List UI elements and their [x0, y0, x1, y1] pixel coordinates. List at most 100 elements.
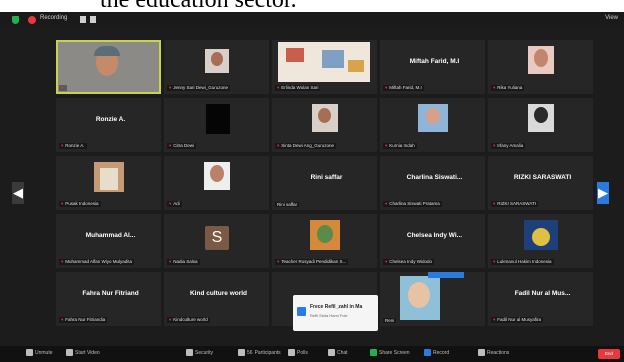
participant-label: ▾ Pusak Indonesia	[59, 201, 101, 207]
participant-label: ▾ Kurnia Indah	[383, 143, 417, 149]
mic-muted-icon: ▾	[277, 259, 280, 264]
page-heading-text: the education sector.	[100, 0, 297, 12]
notification-subtitle: Refil Sinta Hami Fole	[310, 313, 348, 318]
participant-face	[426, 108, 440, 124]
video-tile[interactable]: Charlina Siswati... ▾ Charlina Siswati Pr…	[380, 156, 485, 210]
participant-name: Fadil Nur al Mus...	[514, 290, 571, 297]
previous-page-button[interactable]: ◀	[12, 182, 24, 204]
share-screen-button[interactable]: Share Screen	[370, 349, 410, 356]
participant-face	[211, 52, 223, 66]
video-tile[interactable]: ▾ Citra Dewi	[164, 98, 269, 152]
security-button[interactable]: Security	[186, 349, 213, 356]
mic-muted-icon: ▾	[169, 317, 172, 322]
mic-muted-icon: ▾	[277, 85, 280, 90]
participant-face	[318, 108, 331, 123]
security-label: Security	[195, 349, 214, 356]
video-tile[interactable]: ▾ Irfany Amalia	[488, 98, 593, 152]
participants-button[interactable]: 56 Participants	[238, 349, 281, 356]
meeting-window: Recording View ▾ ▾ Jenny Sari Dewi_Guruzo…	[0, 12, 624, 362]
start-video-label: Start Video	[75, 349, 100, 356]
participant-name: Fahra Nur Fitriand	[82, 290, 139, 297]
participant-name: Ronzie A.	[95, 116, 126, 123]
video-tile[interactable]: Muhammad Al... ▾ Muhammad Alfan Wiyo Muly…	[56, 214, 161, 268]
participant-name: Miftah Farid, M.I	[409, 58, 460, 65]
share-screen-label: Share Screen	[379, 349, 410, 356]
polls-button[interactable]: Polls	[288, 349, 308, 356]
chat-button[interactable]: Chat	[328, 349, 348, 356]
video-tile[interactable]: Rini saffar Rini saffar	[272, 156, 377, 210]
participant-label: ▾ Muhammad Alfan Wiyo Mulyadita	[59, 259, 135, 265]
mic-muted-icon: ▾	[61, 201, 64, 206]
video-tile[interactable]: ▾ Kurnia Indah	[380, 98, 485, 152]
video-tile[interactable]: Miftah Farid, M.I ▾ Miftah Farid, M.I	[380, 40, 485, 94]
photo-detail	[348, 60, 364, 72]
participant-face	[534, 49, 548, 67]
unmute-label: Unmute	[35, 349, 53, 356]
participant-label: ▾ RIZKI SARASWATI	[491, 201, 539, 207]
next-page-button[interactable]: ▶	[597, 182, 609, 204]
participant-label: ▾ Ronzie A.	[59, 143, 87, 149]
page-heading: the education sector.	[0, 0, 624, 12]
participant-label: ▾ Miftah Farid, M.I	[383, 85, 424, 91]
video-tile[interactable]: Fahra Nur Fitriand ▾ Fahra Nur Fitriandia	[56, 272, 161, 326]
participant-label: ▾ Erlinda Wulan Sari	[275, 85, 321, 91]
mic-muted-icon: ▾	[385, 143, 388, 148]
polls-icon	[288, 349, 295, 356]
participant-label: ▾ Irfany Amalia	[491, 143, 526, 149]
record-label: Record	[433, 349, 450, 356]
video-tile[interactable]: ▾ Jenny Sari Dewi_Guruzone	[164, 40, 269, 94]
record-button[interactable]: Record	[424, 349, 449, 356]
participant-label: ▾ Jenny Sari Dewi_Guruzone	[167, 85, 231, 91]
participant-name: Rini saffar	[310, 174, 343, 181]
participant-label: ▾ Kindculture world	[167, 317, 210, 323]
video-tile[interactable]: Reni	[380, 272, 485, 326]
participant-label: ▾ Nadia Salsa	[167, 259, 200, 265]
notification-icon	[297, 307, 306, 316]
share-screen-icon	[370, 349, 377, 356]
participant-label: ▾ Teacher Rosyadi Pendidikan S...	[275, 259, 349, 265]
participant-label: ▾ Adi	[167, 201, 182, 207]
mic-muted-icon: ▾	[169, 85, 172, 90]
mic-muted-icon: ▾	[493, 201, 496, 206]
video-tile[interactable]: ▾ Rika Yuliana	[488, 40, 593, 94]
mic-muted-icon: ▾	[169, 201, 172, 206]
unmute-button[interactable]: Unmute	[26, 349, 53, 356]
video-feed	[206, 104, 230, 134]
video-tile[interactable]: ▾	[56, 40, 161, 94]
mic-muted-icon: ▾	[61, 143, 64, 148]
participant-label: ▾	[59, 85, 68, 91]
start-video-button[interactable]: Start Video	[66, 349, 100, 356]
video-tile[interactable]: RIZKI SARASWATI ▾ RIZKI SARASWATI	[488, 156, 593, 210]
video-tile[interactable]: ▾ Pusak Indonesia	[56, 156, 161, 210]
video-tile[interactable]: ▾ Teacher Rosyadi Pendidikan S...	[272, 214, 377, 268]
participant-label: ▾ Citra Dewi	[167, 143, 197, 149]
video-tile[interactable]: Ronzie A. ▾ Ronzie A.	[56, 98, 161, 152]
video-tile[interactable]: ▾ Sinta Dewi Ang_Guruzone	[272, 98, 377, 152]
participant-face	[210, 165, 224, 182]
mic-muted-icon: ▾	[61, 259, 64, 264]
mic-muted-icon: ▾	[493, 143, 496, 148]
speaker-banner	[428, 272, 464, 278]
participant-label: ▾ Fahra Nur Fitriandia	[59, 317, 108, 323]
video-tile[interactable]: Fadil Nur al Mus... ▾ Fadil Nur al Musyaf…	[488, 272, 593, 326]
video-tile[interactable]: ▾ Erlinda Wulan Sari	[272, 40, 377, 94]
end-meeting-button[interactable]: End	[598, 349, 620, 359]
meeting-toolbar: Unmute Start Video Security 56 Participa…	[0, 346, 624, 362]
video-tile[interactable]: ▾ Adi	[164, 156, 269, 210]
avatar: S	[205, 226, 229, 250]
reactions-button[interactable]: Reactions	[478, 349, 509, 356]
chat-label: Chat	[337, 349, 348, 356]
participant-name: Charlina Siswati...	[406, 174, 463, 181]
mic-muted-icon: ▾	[493, 85, 496, 90]
gallery-grid: ▾ ▾ Jenny Sari Dewi_Guruzone ▾ Erlinda Wul…	[0, 12, 624, 352]
video-tile[interactable]: ▾ Lukmanul Hakim Indonesia	[488, 214, 593, 268]
mic-muted-icon: ▾	[385, 201, 388, 206]
video-tile[interactable]: S ▾ Nadia Salsa	[164, 214, 269, 268]
video-tile[interactable]: Kind culture world ▾ Kindculture world	[164, 272, 269, 326]
participant-label: ▾ Chelsea Indy Widodo	[383, 259, 435, 265]
participant-face	[408, 282, 430, 308]
video-camera-icon	[66, 349, 73, 356]
video-tile[interactable]: Chelsea Indy Wi... ▾ Chelsea Indy Widodo	[380, 214, 485, 268]
photo-detail	[286, 48, 304, 62]
notification-popup[interactable]: Frece Refil_zahl in Ma Refil Sinta Hami …	[293, 295, 378, 331]
